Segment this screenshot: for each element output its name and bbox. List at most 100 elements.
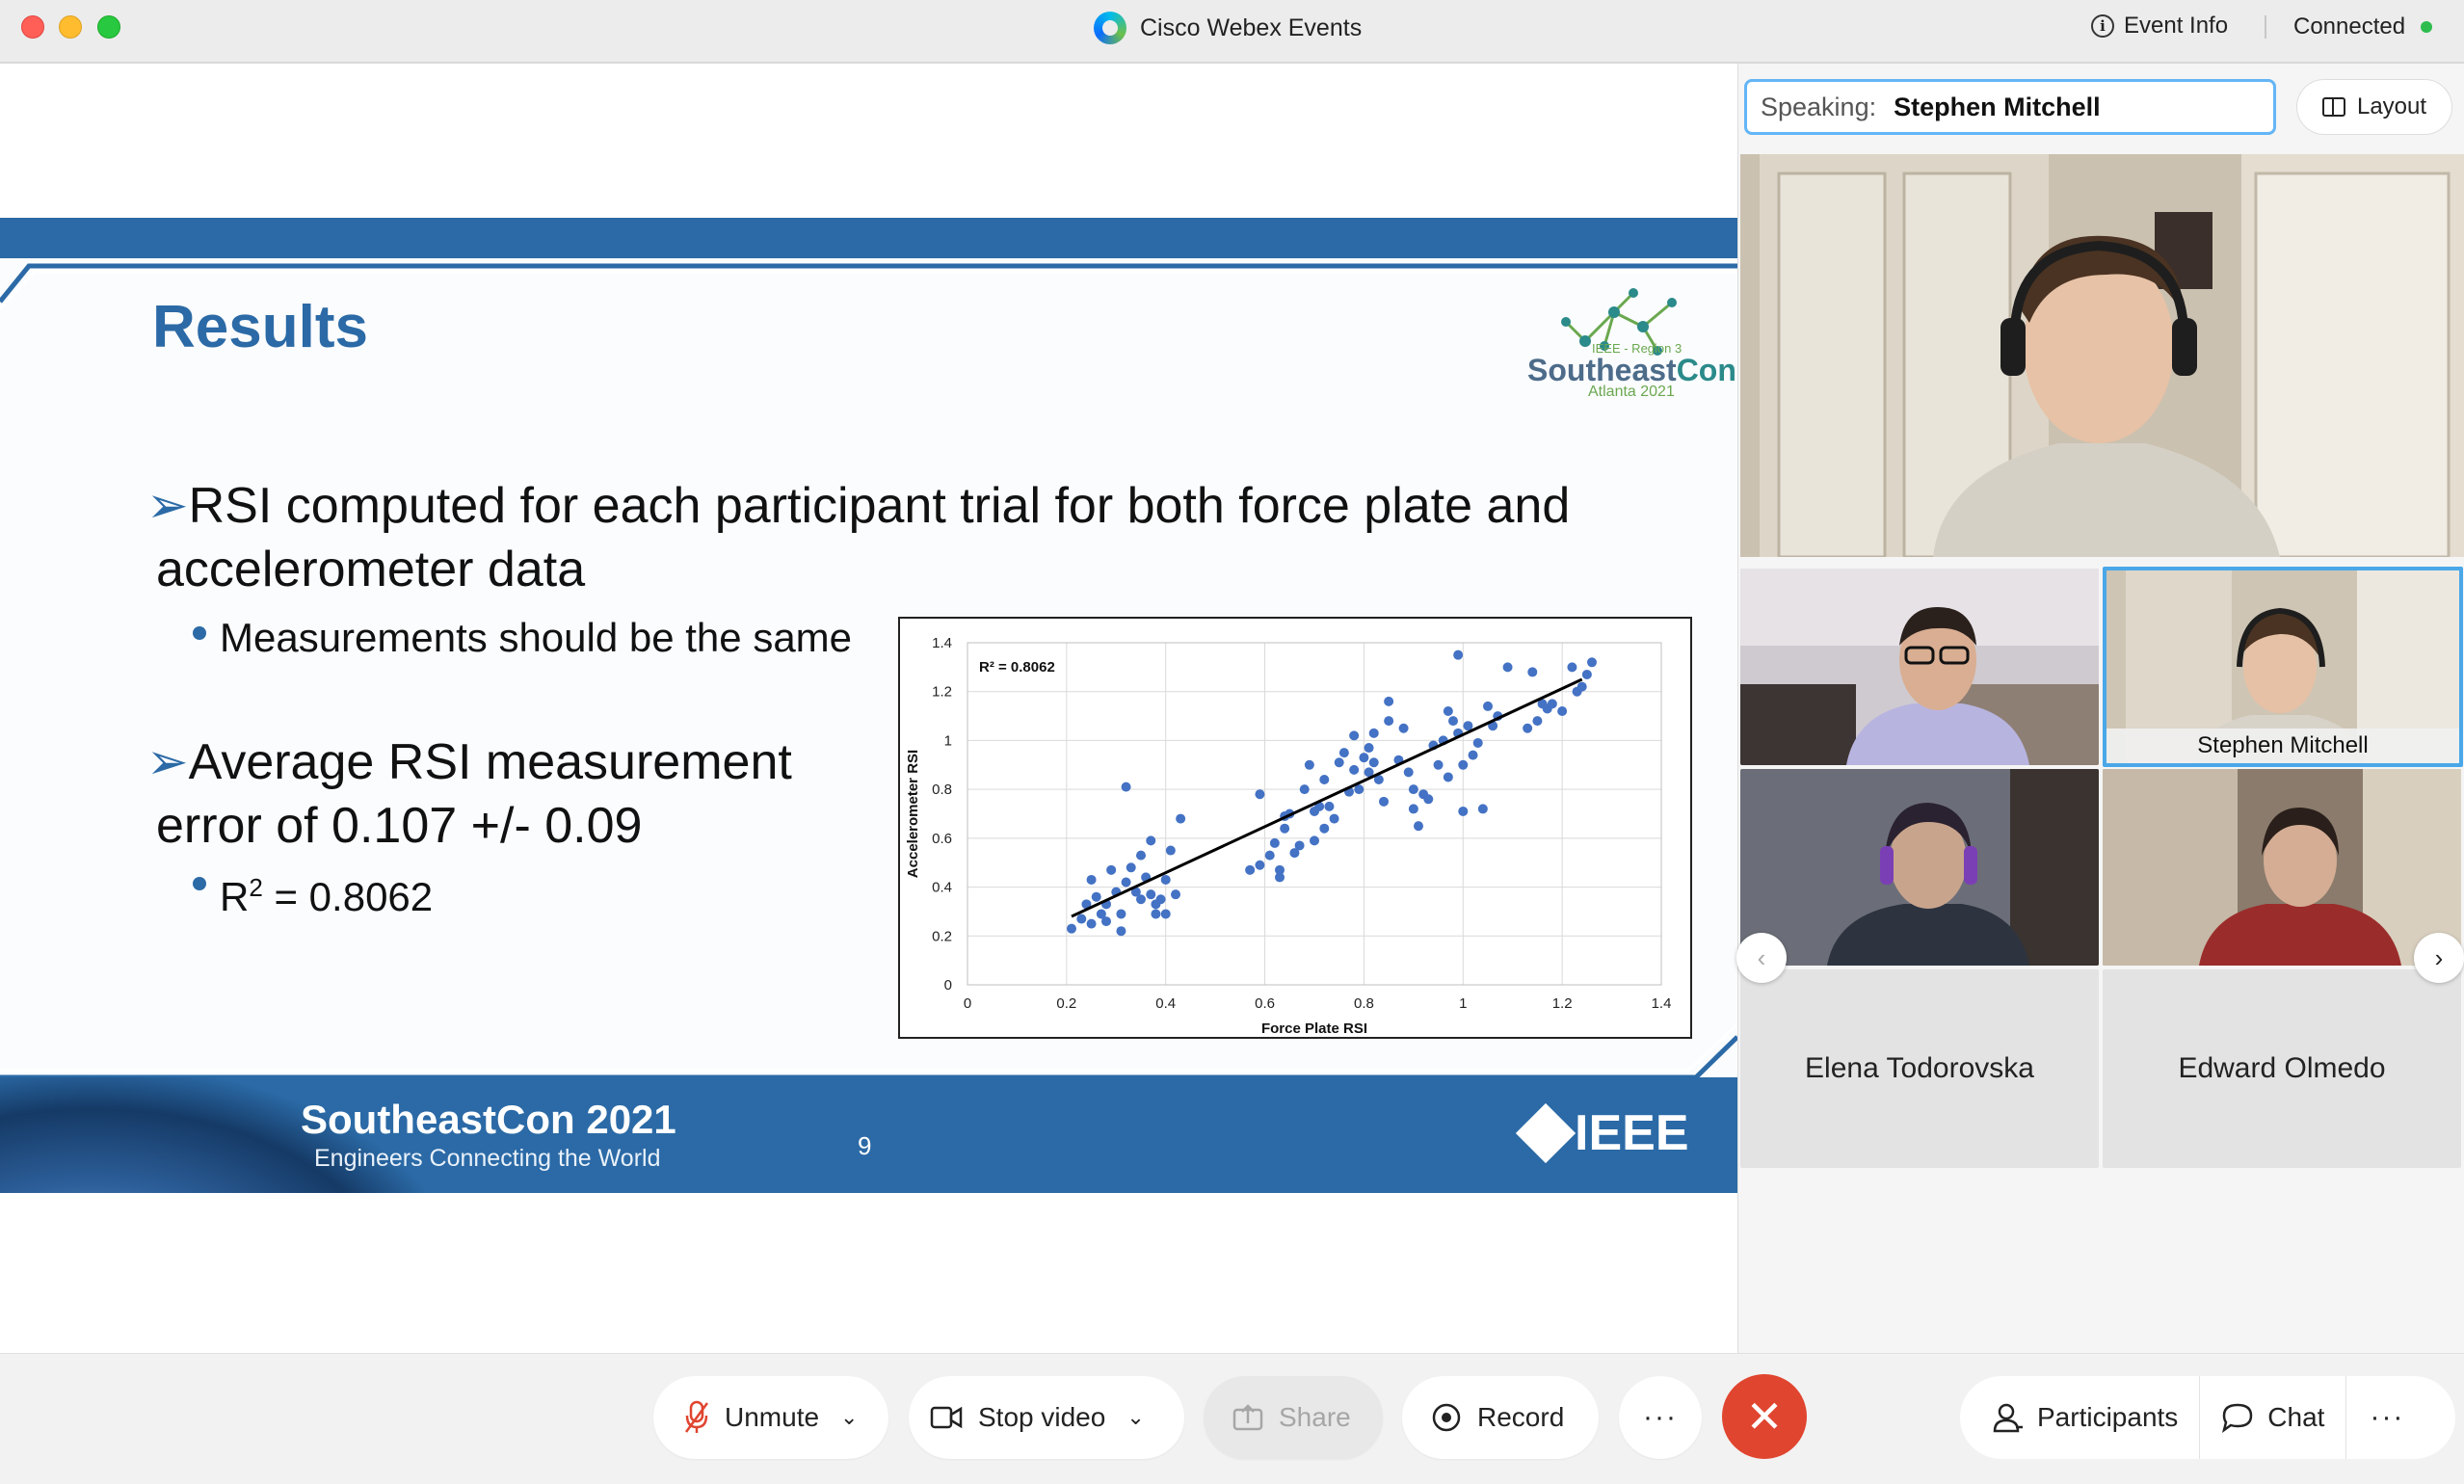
data-point [1379,796,1389,807]
data-point [1408,784,1418,795]
participant-tile-1[interactable] [1740,569,2099,765]
leave-meeting-button[interactable]: ✕ [1722,1374,1807,1459]
share-label: Share [1279,1402,1351,1432]
unmute-button[interactable]: Unmute ⌄ [653,1376,888,1459]
data-point [1448,716,1458,727]
ieee-diamond-icon [1515,1102,1576,1164]
slide-page-number: 9 [858,1131,872,1160]
close-icon: ✕ [1745,1391,1784,1442]
more-options-button[interactable]: ··· [1619,1376,1702,1459]
next-page-button[interactable]: › [2414,933,2464,983]
title-separator [2265,15,2266,39]
y-tick-label: 0.4 [932,880,952,896]
data-point [1384,716,1394,727]
participant-name-5: Elena Todorovska [1805,1052,2034,1084]
logo-word-a: Southeast [1527,353,1677,387]
chat-button[interactable]: Chat [2200,1376,2345,1459]
x-tick-label: 1.4 [1652,995,1672,1012]
footer-title: SoutheastCon 2021 [301,1097,676,1142]
active-speaker-video[interactable] [1740,154,2464,557]
data-point [1523,723,1533,733]
data-point [1587,657,1597,668]
chevron-down-icon[interactable]: ⌄ [840,1405,858,1430]
data-point [1245,864,1256,875]
data-point [1477,804,1488,814]
data-point [1275,864,1285,875]
r-squared-annotation: R² = 0.8062 [979,659,1055,676]
data-point [1299,784,1310,795]
data-point [1453,649,1464,660]
participant-tile-2[interactable]: Stephen Mitchell [2103,567,2463,767]
sub-bullet-2: R2 = 0.8062 [193,861,434,923]
participant-video-3 [1740,769,2099,966]
connection-status: Connected [2293,13,2433,40]
chevron-down-icon[interactable]: ⌄ [1126,1405,1144,1430]
presentation-slide: Results IEEE - Region 3 SoutheastCon Atl… [0,218,1737,1193]
data-point [1280,823,1290,834]
data-point [1264,850,1275,861]
participants-button[interactable]: Participants [1960,1376,2199,1459]
record-label: Record [1477,1402,1565,1432]
data-point [1384,696,1394,706]
participant-tile-5[interactable]: Elena Todorovska [1740,969,2099,1168]
y-tick-label: 0.2 [932,928,952,944]
data-point [1472,737,1483,748]
event-info-label: Event Info [2124,13,2229,39]
data-point [1171,889,1180,900]
x-tick-label: 0.4 [1155,995,1176,1012]
previous-page-button[interactable]: ‹ [1736,933,1787,983]
data-point [1091,891,1101,902]
data-point [1359,753,1369,763]
stop-video-button[interactable]: Stop video ⌄ [909,1376,1184,1459]
panel-more-button[interactable]: ··· [2346,1376,2427,1459]
x-axis-label: Force Plate RSI [1261,1020,1367,1037]
r-squared-value: = 0.8062 [262,874,434,919]
data-point [1304,759,1314,770]
share-button[interactable]: Share [1204,1376,1383,1459]
unmute-label: Unmute [725,1402,820,1432]
data-point [1086,874,1097,885]
participant-tile-6[interactable]: Edward Olmedo [2103,969,2461,1168]
data-point [1532,716,1543,727]
participant-tile-3[interactable] [1740,769,2099,966]
data-point [1155,894,1166,905]
data-point [1334,757,1344,768]
data-point [1116,926,1126,937]
data-point [1151,909,1161,919]
bullet-1: ➢RSI computed for each participant trial… [146,474,1621,601]
data-point [1443,772,1453,782]
data-point [1160,874,1171,885]
participant-tile-4[interactable] [2103,769,2461,966]
data-point [1483,701,1493,711]
bullet-2-text: Average RSI measurement error of 0.107 +… [156,734,792,854]
r-squared-prefix: R [220,874,250,919]
arrow-bullet-icon: ➢ [146,733,189,791]
data-point [1146,835,1156,846]
minimize-window-button[interactable] [59,15,82,39]
participants-icon [1993,1403,2023,1433]
layout-button[interactable]: Layout [2296,79,2452,135]
x-tick-label: 0.6 [1255,995,1275,1012]
stop-video-label: Stop video [978,1402,1106,1432]
speaker-video-frame [1740,154,2464,557]
logo-word-b: Con [1676,353,1736,387]
zoom-window-button[interactable] [97,15,120,39]
participant-name-6: Edward Olmedo [2178,1052,2386,1084]
data-point [1086,918,1097,929]
close-window-button[interactable] [21,15,44,39]
panel-controls: Participants Chat ··· [1960,1376,2455,1459]
record-button[interactable]: Record [1402,1376,1599,1459]
title-bar: Cisco Webex Events i Event Info Connecte… [0,0,2464,64]
data-point [1319,823,1330,834]
scatter-chart-svg: 0 0.2 0.4 0.6 0.8 1 1.2 1.4 0 0.2 0.4 0.6 0.8 1 1.2 1.4… [905,635,1672,1037]
event-info-button[interactable]: i Event Info [2091,13,2228,40]
data-point [1557,706,1568,716]
logo-subtitle: Atlanta 2021 [1588,384,1675,400]
x-tick-label: 0.2 [1056,995,1076,1012]
footer-subtitle: Engineers Connecting the World [314,1145,661,1172]
chevron-right-icon: › [2434,942,2444,972]
data-point [1423,794,1434,805]
data-point [1294,840,1305,851]
speaking-label: Speaking: [1761,92,1877,121]
data-point [1160,909,1171,919]
